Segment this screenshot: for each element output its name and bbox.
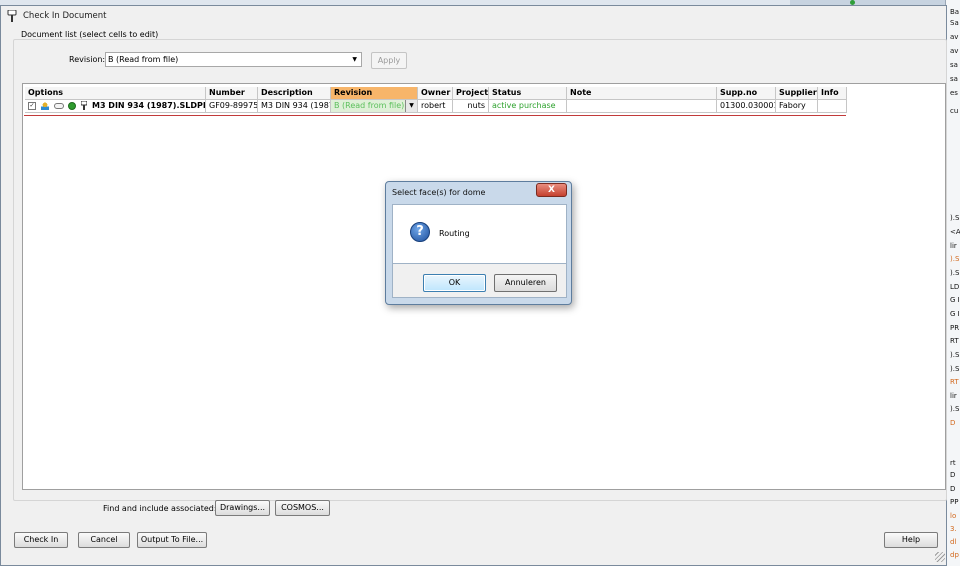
background-text-line: G I xyxy=(950,310,960,318)
col-header-description[interactable]: Description xyxy=(258,87,331,100)
background-text-line: Sa xyxy=(950,19,959,27)
lock-icon xyxy=(53,102,64,109)
background-text-line: RT xyxy=(950,337,959,345)
col-header-status[interactable]: Status xyxy=(489,87,567,100)
background-text-line: ).S xyxy=(950,365,960,373)
background-text-line: PP xyxy=(950,498,959,506)
col-header-note[interactable]: Note xyxy=(567,87,717,100)
col-header-owner[interactable]: Owner xyxy=(418,87,453,100)
dialog-titlebar: Check In Document xyxy=(1,6,946,26)
check-in-button[interactable]: Check In xyxy=(14,532,68,548)
cosmos-button[interactable]: COSMOS... xyxy=(275,500,330,516)
col-header-supp-no[interactable]: Supp.no xyxy=(717,87,776,100)
background-text-line: LD xyxy=(950,283,960,291)
background-text-line: dp xyxy=(950,551,959,559)
cell-revision[interactable]: B (Read from file) ▼ xyxy=(331,100,418,113)
background-text-line: RT xyxy=(950,378,959,386)
background-text-line: ).S xyxy=(950,214,960,222)
close-icon[interactable]: X xyxy=(536,183,567,197)
pin-icon xyxy=(81,101,88,110)
background-text-line: av xyxy=(950,47,959,55)
background-text-line: rt xyxy=(950,459,956,467)
background-text-line: D xyxy=(950,485,956,493)
row-underline xyxy=(24,115,846,116)
output-to-file-button[interactable]: Output To File... xyxy=(137,532,207,548)
col-header-supplier[interactable]: Supplier xyxy=(776,87,818,100)
file-name: M3 DIN 934 (1987).SLDPRT xyxy=(91,101,206,110)
chevron-down-icon: ▼ xyxy=(352,56,357,63)
background-text-line: dl xyxy=(950,538,957,546)
background-text-line: sa xyxy=(950,75,958,83)
status-ok-icon xyxy=(68,101,77,110)
background-text-line: D xyxy=(950,419,956,427)
background-text-line: D xyxy=(950,471,956,479)
pin-icon xyxy=(7,10,17,22)
revision-select-value: B (Read from file) xyxy=(108,55,179,64)
cell-options[interactable]: ✓ M3 DIN 934 (1987).SLDPRT xyxy=(25,100,206,113)
background-text-line: ).S xyxy=(950,269,960,277)
cell-supplier[interactable]: Fabory xyxy=(776,100,818,113)
col-header-number[interactable]: Number xyxy=(206,87,258,100)
col-header-options[interactable]: Options xyxy=(25,87,206,100)
chevron-down-icon[interactable]: ▼ xyxy=(405,100,417,112)
annuleren-button[interactable]: Annuleren xyxy=(494,274,557,292)
background-text-line: lo xyxy=(950,512,957,520)
cell-supp-no[interactable]: 01300.030001 xyxy=(717,100,776,113)
dialog-title: Check In Document xyxy=(23,11,107,21)
include-checkbox[interactable]: ✓ xyxy=(28,101,36,110)
ok-button[interactable]: OK xyxy=(423,274,486,292)
background-text-line: G I xyxy=(950,296,960,304)
background-text-line: ).S xyxy=(950,351,960,359)
help-button[interactable]: Help xyxy=(884,532,938,548)
table-row[interactable]: ✓ M3 DIN 934 (1987).SLDPRT GF09-89975 M3… xyxy=(25,100,847,113)
revision-label: Revision: xyxy=(69,55,106,64)
background-text-line: lir xyxy=(950,242,957,250)
resize-grip[interactable] xyxy=(935,552,945,562)
document-list-label: Document list (select cells to edit) xyxy=(18,30,162,39)
col-header-info[interactable]: Info xyxy=(818,87,847,100)
background-text-line: 3. xyxy=(950,525,957,533)
cell-number[interactable]: GF09-89975 xyxy=(206,100,258,113)
background-text-line: <A xyxy=(950,228,960,236)
cell-revision-value: B (Read from file) xyxy=(334,101,405,110)
background-text-line: Ba xyxy=(950,8,960,16)
user-icon xyxy=(40,101,49,110)
cancel-button[interactable]: Cancel xyxy=(78,532,130,548)
cell-status[interactable]: active purchase xyxy=(489,100,567,113)
popup-title: Select face(s) for dome xyxy=(392,188,486,197)
col-header-project[interactable]: Project xyxy=(453,87,489,100)
cell-note[interactable] xyxy=(567,100,717,113)
revision-select[interactable]: B (Read from file) ▼ xyxy=(105,52,362,67)
popup-message: Routing xyxy=(439,229,470,238)
grid-header-row: Options Number Description Revision Owne… xyxy=(25,87,847,100)
cell-project[interactable]: nuts xyxy=(453,100,489,113)
drawings-button[interactable]: Drawings... xyxy=(215,500,270,516)
background-text-line: es xyxy=(950,89,958,97)
cell-description[interactable]: M3 DIN 934 (1987) xyxy=(258,100,331,113)
find-associated-label: Find and include associated: xyxy=(103,504,217,513)
question-icon: ? xyxy=(410,222,430,242)
background-text-line: ).S xyxy=(950,405,960,413)
apply-button[interactable]: Apply xyxy=(371,52,407,69)
cell-info[interactable] xyxy=(818,100,847,113)
background-text-line: PR xyxy=(950,324,960,332)
background-text-line: ).S xyxy=(950,255,960,263)
col-header-revision[interactable]: Revision xyxy=(331,87,418,100)
cell-owner[interactable]: robert xyxy=(418,100,453,113)
background-text-line: lir xyxy=(950,392,957,400)
background-text-line: av xyxy=(950,33,959,41)
background-text-line: sa xyxy=(950,61,958,69)
background-text-line: cu xyxy=(950,107,959,115)
